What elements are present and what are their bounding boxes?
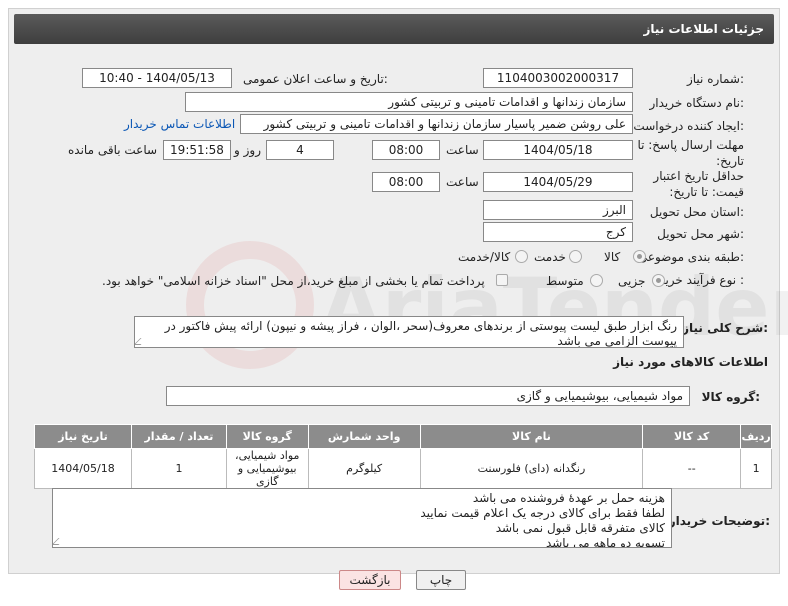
buyer-org-label: نام دستگاه خریدار: xyxy=(649,96,745,110)
description-textarea: رنگ ابزار طبق لیست پیوستی از برندهای معر… xyxy=(134,316,684,348)
days-count-field: 4 xyxy=(266,140,334,160)
cell-item-code: -- xyxy=(642,448,742,489)
description-label: شرح کلی نیاز: xyxy=(682,321,768,335)
col-item-group: گروه کالا xyxy=(225,424,309,449)
category-option-goods: کالا xyxy=(604,250,621,264)
print-button[interactable]: چاپ xyxy=(416,570,466,590)
buyer-org-field: سازمان زندانها و اقدامات تامینی و تربیتی… xyxy=(185,92,633,112)
treasury-checkbox[interactable] xyxy=(496,274,508,286)
payment-note: پرداخت تمام یا بخشی از مبلغ خرید،از محل … xyxy=(102,274,485,288)
category-radio-service[interactable] xyxy=(569,250,582,263)
province-field: البرز xyxy=(483,200,633,220)
category-radio-goods[interactable] xyxy=(633,250,646,263)
city-label: شهر محل تحویل: xyxy=(657,227,744,241)
buyer-note-line: هزینه حمل بر عهدۀ فروشنده می باشد xyxy=(472,491,665,505)
process-option-minor: جزیی xyxy=(618,274,646,288)
remaining-label: ساعت باقی مانده xyxy=(68,143,158,157)
deadline-date-field: 1404/05/18 xyxy=(483,140,633,160)
requester-label: ایجاد کننده درخواست: xyxy=(633,119,744,133)
announce-label: تاریخ و ساعت اعلان عمومی: xyxy=(243,72,388,86)
city-field: کرج xyxy=(483,222,633,242)
remaining-time-field: 19:51:58 xyxy=(163,140,231,160)
cell-need-date: 1404/05/18 xyxy=(34,448,132,489)
price-validity-hour-label: ساعت xyxy=(446,175,479,189)
buyer-notes-label: توضیحات خریدار: xyxy=(668,514,770,528)
days-label: روز و xyxy=(234,143,261,157)
process-option-medium: متوسط xyxy=(546,274,584,288)
cell-unit: کیلوگرم xyxy=(307,448,421,489)
col-row-number: ردیف xyxy=(740,424,772,449)
deadline-hour-label: ساعت xyxy=(446,143,479,157)
category-option-goods-service: کالا/خدمت xyxy=(458,250,511,264)
table-row: 1 -- رنگدانه (دای) فلورسنت کیلوگرم مواد … xyxy=(34,448,772,489)
deadline-time-field: 08:00 xyxy=(372,140,440,160)
buyer-note-line: تسویه دو ماهه می باشد xyxy=(545,536,665,548)
col-quantity: تعداد / مقدار xyxy=(131,424,227,449)
buyer-notes-textarea: هزینه حمل بر عهدۀ فروشنده می باشد لطفا ف… xyxy=(52,488,672,548)
price-validity-label: حداقل تاریخ اعتبار قیمت: تا تاریخ: xyxy=(653,169,744,199)
header-bar: جزئیات اطلاعات نیاز xyxy=(14,14,774,44)
need-number-label: شماره نیاز: xyxy=(686,72,744,86)
buyer-note-line: کالای متفرقه قابل قبول نمی باشد xyxy=(495,521,665,535)
category-radio-goods-service[interactable] xyxy=(515,250,528,263)
price-validity-time-field: 08:00 xyxy=(372,172,440,192)
cell-item-group: مواد شیمیایی، بیوشیمیایی و گازی xyxy=(225,448,309,489)
process-radio-minor[interactable] xyxy=(652,274,665,287)
col-need-date: تاریخ نیاز xyxy=(34,424,132,449)
requester-field: علی روشن ضمیر پاسیار سازمان زندانها و اق… xyxy=(240,114,633,134)
description-text: رنگ ابزار طبق لیست پیوستی از برندهای معر… xyxy=(164,319,677,348)
back-button[interactable]: بازگشت xyxy=(339,570,401,590)
page-title: جزئیات اطلاعات نیاز xyxy=(643,22,764,36)
items-table: ردیف کد کالا نام کالا واحد شمارش گروه کا… xyxy=(34,424,772,489)
buyer-note-line: لطفا فقط برای کالای درجه یک اعلام قیمت ن… xyxy=(420,506,665,520)
deadline-label: مهلت ارسال پاسخ: تا تاریخ: xyxy=(637,138,744,168)
category-label: طبقه بندی موضوعی: xyxy=(637,250,744,264)
col-unit: واحد شمارش xyxy=(307,424,421,449)
province-label: استان محل تحویل: xyxy=(649,205,744,219)
need-number-field: 1104003002000317 xyxy=(483,68,633,88)
price-validity-date-field: 1404/05/29 xyxy=(483,172,633,192)
goods-group-field: مواد شیمیایی، بیوشیمیایی و گازی xyxy=(166,386,690,406)
announce-field: 1404/05/13 - 10:40 xyxy=(82,68,232,88)
goods-info-title: اطلاعات کالاهای مورد نیاز xyxy=(613,355,768,369)
cell-row-number: 1 xyxy=(740,448,772,489)
col-item-name: نام کالا xyxy=(419,424,644,449)
items-table-header: ردیف کد کالا نام کالا واحد شمارش گروه کا… xyxy=(34,424,772,449)
process-label: نوع فرآیند خرید : xyxy=(659,273,744,287)
category-option-service: خدمت xyxy=(534,250,566,264)
buyer-contact-link[interactable]: اطلاعات تماس خریدار xyxy=(124,117,235,131)
resize-handle-icon[interactable] xyxy=(135,338,148,345)
process-radio-medium[interactable] xyxy=(590,274,603,287)
goods-group-label: گروه کالا: xyxy=(701,390,760,404)
cell-quantity: 1 xyxy=(131,448,227,489)
col-item-code: کد کالا xyxy=(642,424,742,449)
cell-item-name: رنگدانه (دای) فلورسنت xyxy=(419,448,644,489)
